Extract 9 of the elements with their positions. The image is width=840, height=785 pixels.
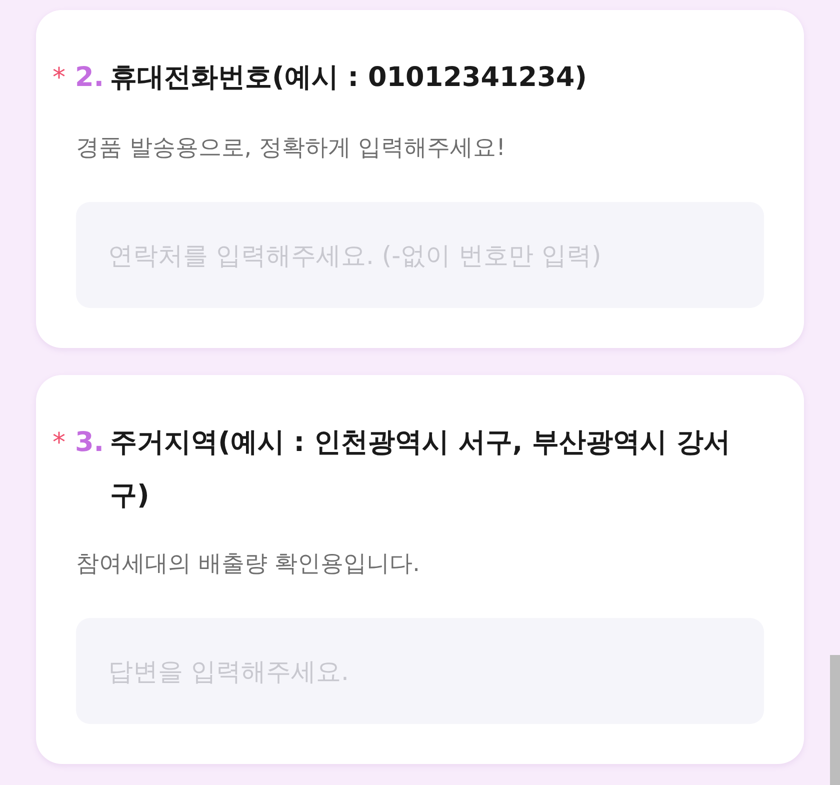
question-description: 경품 발송용으로, 정확하게 입력해주세요! bbox=[76, 134, 506, 163]
question-title: 주거지역(예시 : 인천광역시 서구, 부산광역시 강서구) bbox=[110, 426, 732, 513]
question-number: 2. bbox=[75, 61, 104, 95]
question-description: 참여세대의 배출량 확인용입니다. bbox=[76, 550, 421, 579]
scrollbar[interactable] bbox=[830, 655, 840, 785]
question-title: 휴대전화번호(예시 : 01012341234) bbox=[110, 61, 588, 95]
question-number: 3. bbox=[75, 426, 104, 460]
required-mark: * bbox=[52, 427, 66, 460]
required-mark: * bbox=[52, 62, 66, 95]
